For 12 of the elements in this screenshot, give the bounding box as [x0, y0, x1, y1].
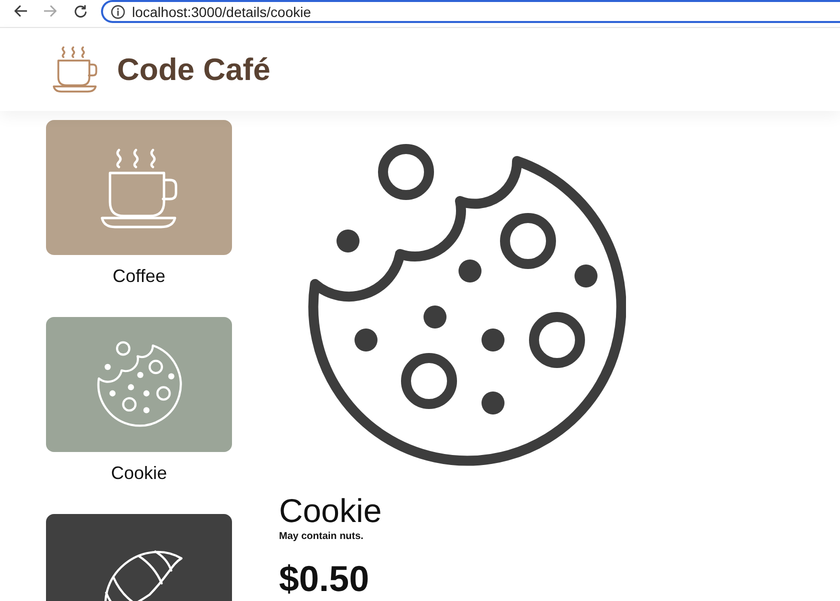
back-icon[interactable]: [14, 5, 27, 17]
reload-icon[interactable]: [74, 5, 87, 18]
product-price: $0.50: [279, 559, 370, 599]
cookie-icon: [96, 341, 182, 428]
address-field[interactable]: localhost:3000/details/cookie: [101, 0, 840, 23]
site-title: Code Café: [117, 52, 270, 88]
info-icon[interactable]: [111, 4, 125, 18]
menu-label[interactable]: Cookie: [46, 462, 232, 484]
menu-label[interactable]: Coffee: [46, 265, 232, 287]
product-note: May contain nuts.: [279, 531, 364, 543]
coffee-cup-icon: [52, 45, 98, 94]
product-name: Cookie: [279, 493, 382, 529]
